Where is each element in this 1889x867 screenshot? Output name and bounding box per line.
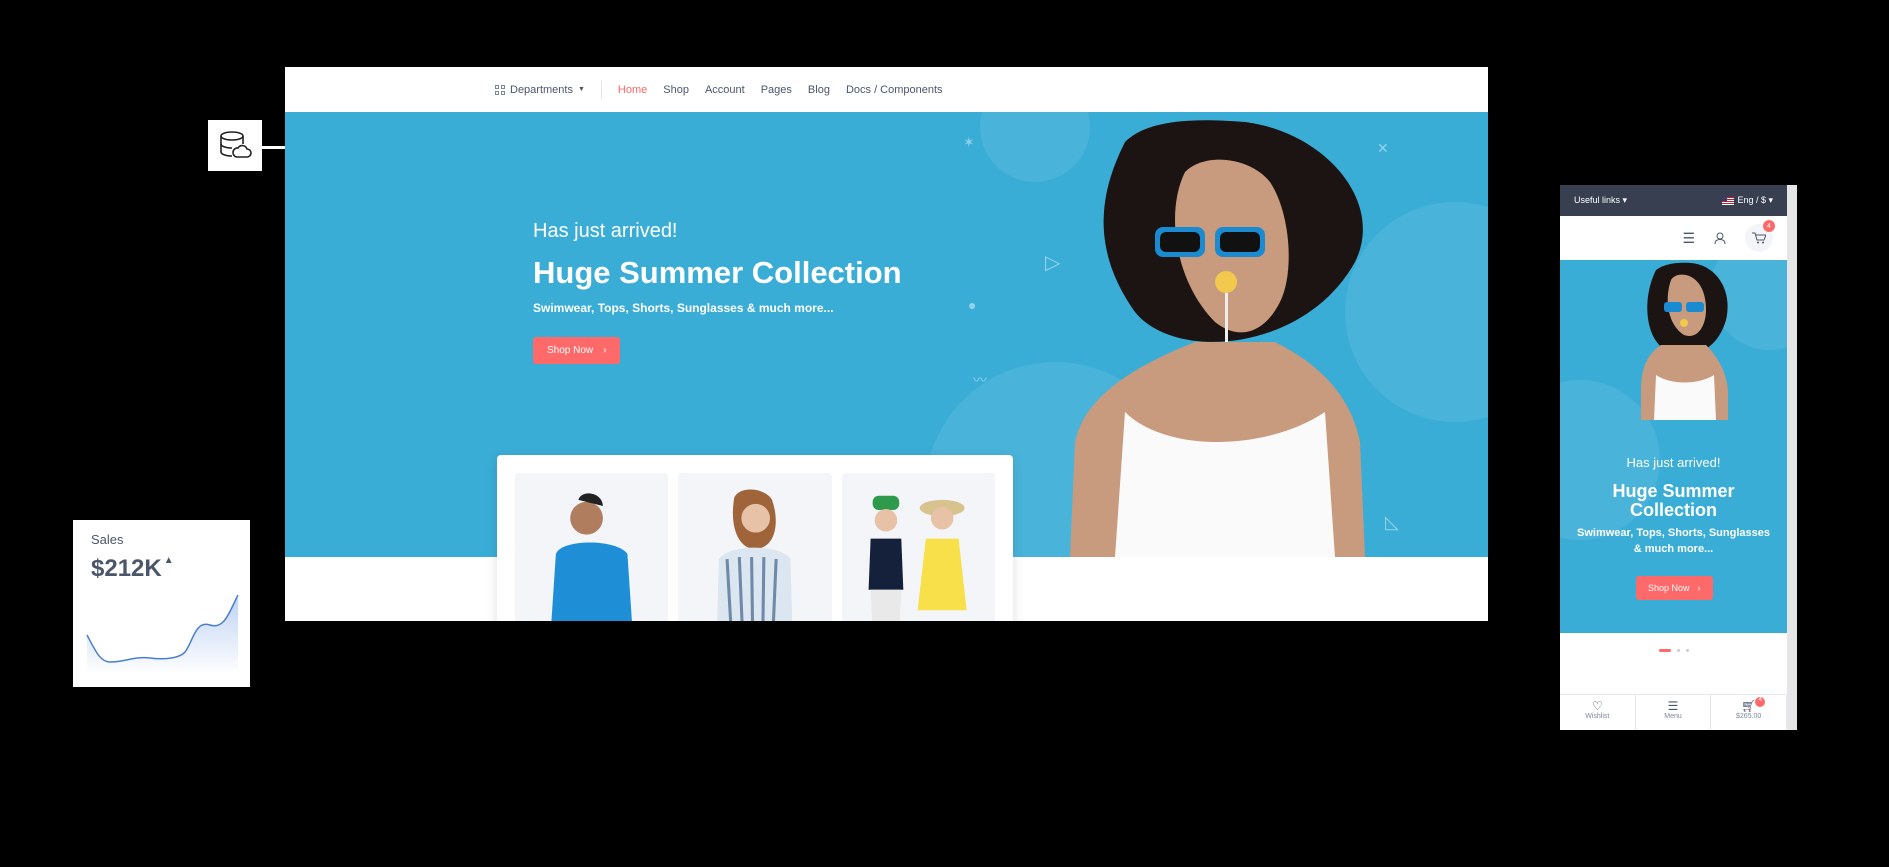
nav-item-account[interactable]: Account [705, 84, 745, 96]
database-cloud-widget [208, 120, 262, 171]
nav-item-home[interactable]: Home [618, 84, 647, 96]
hero-subtitle: Has just arrived! [533, 220, 678, 242]
mobile-bottom-bar: ♡ Wishlist ☰ Menu 🛒︎ 4 $265.00 [1560, 694, 1787, 730]
menu-icon: ☰ [1667, 699, 1679, 713]
carousel-dot-active[interactable] [1658, 649, 1671, 652]
shop-now-button[interactable]: Shop Now › [533, 337, 621, 364]
category-cards [497, 455, 1013, 621]
kids-product-image [868, 495, 967, 621]
hero-model-image [1070, 120, 1365, 557]
connector-line [262, 146, 286, 149]
carousel-dot[interactable] [1676, 649, 1680, 652]
category-card-men[interactable] [515, 473, 669, 621]
locale-dropdown[interactable]: Eng / $ ▾ [1722, 195, 1773, 206]
cart-icon: 🛒︎ [1741, 699, 1757, 713]
menu-label: Menu [1664, 713, 1682, 720]
nav-item-docs[interactable]: Docs / Components [846, 84, 943, 96]
mobile-hero-subtitle: Has just arrived! [1626, 455, 1721, 470]
wishlist-tab[interactable]: ♡ Wishlist [1560, 695, 1636, 730]
cart-tab[interactable]: 🛒︎ 4 $265.00 [1711, 695, 1787, 730]
category-card-women[interactable] [678, 473, 832, 621]
chevron-right-icon: › [1697, 583, 1701, 593]
sales-widget: Sales $212K ▲ [73, 520, 250, 687]
mobile-shop-now-button[interactable]: Shop Now › [1636, 576, 1713, 600]
mobile-shop-now-label: Shop Now [1648, 583, 1690, 593]
heart-icon: ♡ [1591, 699, 1603, 713]
decor-triangle: ▷ [1045, 252, 1061, 274]
desktop-preview: Departments ▼ Home Shop Account Pages Bl… [285, 67, 1488, 621]
sales-sparkline [86, 594, 239, 675]
cart-button[interactable]: 4 [1745, 220, 1775, 252]
locale-label: Eng / $ [1737, 195, 1766, 205]
mobile-hero-model-image [1641, 262, 1728, 420]
hero-description: Swimwear, Tops, Shorts, Sunglasses & muc… [533, 301, 834, 315]
departments-label: Departments [510, 83, 573, 96]
decor-dot: ● [968, 297, 977, 313]
mobile-navbar: ☰ 4 [1560, 216, 1787, 260]
nav-item-blog[interactable]: Blog [808, 84, 830, 96]
wishlist-label: Wishlist [1585, 713, 1610, 720]
user-icon[interactable] [1713, 231, 1727, 245]
men-product-image [551, 493, 632, 621]
chevron-right-icon: › [603, 345, 607, 356]
grid-icon [495, 84, 505, 95]
carousel-dot[interactable] [1685, 649, 1689, 652]
cart-icon [1752, 232, 1766, 244]
departments-dropdown[interactable]: Departments ▼ [495, 79, 602, 100]
hero-text: Has just arrived! Huge Summer Collection… [533, 220, 902, 364]
sales-value: $212K ▲ [91, 555, 232, 583]
useful-links-dropdown[interactable]: Useful links ▾ [1574, 195, 1627, 206]
caret-down-icon: ▼ [577, 86, 585, 93]
nav-item-shop[interactable]: Shop [663, 84, 689, 96]
cart-total-label: $265.00 [1736, 713, 1762, 720]
cart-count-badge: 4 [1763, 220, 1775, 232]
mobile-hero-description: Swimwear, Tops, Shorts, Sunglasses & muc… [1577, 527, 1770, 555]
menu-icon[interactable]: ☰ [1682, 230, 1695, 247]
main-navbar: Departments ▼ Home Shop Account Pages Bl… [285, 67, 1488, 112]
us-flag-icon [1722, 196, 1735, 205]
shop-now-label: Shop Now [547, 345, 594, 356]
women-product-image [717, 489, 793, 621]
mobile-hero-banner: Has just arrived! Huge Summer Collection… [1560, 260, 1787, 633]
trend-up-icon: ▲ [163, 555, 174, 566]
sales-value-text: $212K [91, 555, 162, 582]
menu-tab[interactable]: ☰ Menu [1636, 695, 1712, 730]
decor-star: ✶ [963, 134, 975, 150]
mobile-topbar: Useful links ▾ Eng / $ ▾ [1560, 185, 1787, 216]
nav-item-pages[interactable]: Pages [761, 84, 792, 96]
hero-title: Huge Summer Collection [533, 255, 902, 290]
decor-squiggle: 〰 [973, 372, 987, 388]
database-cloud-icon [220, 130, 252, 158]
mobile-preview: Useful links ▾ Eng / $ ▾ ☰ 4 Has just ar… [1560, 185, 1797, 730]
category-card-kids[interactable] [841, 473, 995, 621]
mobile-scrollbar[interactable] [1789, 185, 1795, 730]
carousel-dots [1560, 649, 1787, 652]
sales-label: Sales [91, 532, 124, 547]
mobile-hero-title: Huge Summer Collection [1612, 481, 1735, 520]
useful-links-label: Useful links [1574, 195, 1621, 205]
